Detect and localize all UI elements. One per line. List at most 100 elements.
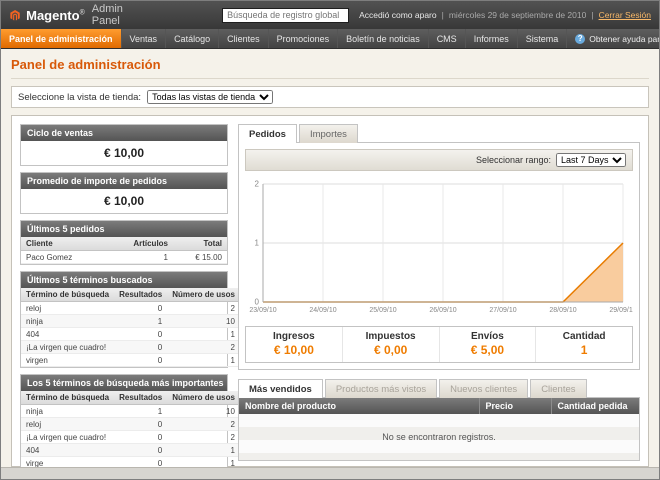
svg-text:1: 1 bbox=[255, 239, 260, 248]
nav-item-bolet-n-de-noticias[interactable]: Boletín de noticias bbox=[338, 29, 429, 48]
tab-m-s-vendidos[interactable]: Más vendidos bbox=[238, 379, 323, 398]
top-header: Magento® Admin Panel Accedió como aparo … bbox=[1, 1, 659, 29]
stat-cantidad: Cantidad1 bbox=[535, 327, 632, 362]
magento-logo-icon bbox=[9, 8, 21, 23]
page-content: Panel de administración Seleccione la vi… bbox=[1, 49, 659, 467]
svg-text:24/09/10: 24/09/10 bbox=[309, 307, 336, 314]
svg-text:0: 0 bbox=[255, 298, 260, 307]
last-search-terms-table: Término de búsquedaResultadosNúmero de u… bbox=[21, 288, 240, 367]
table-row[interactable]: virge01 bbox=[21, 457, 240, 468]
help-label: Obtener ayuda para esta página bbox=[589, 34, 660, 44]
logout-link[interactable]: Cerrar Sesión bbox=[599, 10, 651, 20]
dashboard-panel: Ciclo de ventas € 10,00 Promedio de impo… bbox=[11, 115, 649, 467]
column-header-n-mero-de-usos: Número de usos bbox=[167, 391, 240, 405]
column-header-t-rmino-de-b-squeda: Término de búsqueda bbox=[21, 288, 114, 302]
stat-label: Impuestos bbox=[343, 331, 439, 342]
table-row[interactable]: 40401 bbox=[21, 328, 240, 341]
main-nav: Panel de administraciónVentasCatálogoCli… bbox=[1, 29, 567, 48]
nav-item-cms[interactable]: CMS bbox=[429, 29, 466, 48]
store-view-label: Seleccione la vista de tienda: bbox=[18, 92, 141, 103]
widget-title: Ciclo de ventas bbox=[21, 125, 227, 141]
last-orders-widget: Últimos 5 pedidos ClienteArtículosTotal … bbox=[20, 220, 228, 265]
stat-value: € 5,00 bbox=[440, 343, 536, 357]
column-header-resultados: Resultados bbox=[114, 288, 167, 302]
nav-item-sistema[interactable]: Sistema bbox=[518, 29, 568, 48]
chart-toolbar: Seleccionar rango: Last 7 Days bbox=[245, 149, 633, 171]
column-header-nombre-del-producto: Nombre del producto bbox=[239, 398, 479, 414]
svg-text:29/09/10: 29/09/10 bbox=[609, 307, 633, 314]
store-view-switcher: Seleccione la vista de tienda: Todas las… bbox=[11, 86, 649, 108]
stat-label: Cantidad bbox=[536, 331, 632, 342]
page-footer bbox=[1, 467, 659, 479]
empty-records-message: No se encontraron registros. bbox=[239, 414, 639, 460]
tab-pedidos[interactable]: Pedidos bbox=[238, 124, 297, 143]
column-header-cliente: Cliente bbox=[21, 237, 128, 251]
main-navigation: Panel de administraciónVentasCatálogoCli… bbox=[1, 29, 659, 49]
widget-title: Los 5 términos de búsqueda más important… bbox=[21, 375, 227, 391]
top-search-terms-table: Término de búsquedaResultadosNúmero de u… bbox=[21, 391, 240, 467]
stat-value: € 10,00 bbox=[246, 343, 342, 357]
column-header-n-mero-de-usos: Número de usos bbox=[167, 288, 240, 302]
column-header-precio: Precio bbox=[479, 398, 551, 414]
store-view-select[interactable]: Todas las vistas de tienda bbox=[147, 90, 273, 104]
widget-title: Últimos 5 pedidos bbox=[21, 221, 227, 237]
stat-impuestos: Impuestos€ 0,00 bbox=[342, 327, 439, 362]
table-row[interactable]: ¡La virgen que cuadro!02 bbox=[21, 341, 240, 354]
bottom-grid-tabs: Más vendidosProductos más vistosNuevos c… bbox=[238, 379, 640, 398]
dashboard-right-column: PedidosImportes Seleccionar rango: Last … bbox=[238, 124, 640, 458]
range-select[interactable]: Last 7 Days bbox=[556, 153, 626, 167]
table-row[interactable]: ninja110 bbox=[21, 315, 240, 328]
bestsellers-table: Nombre del productoPrecioCantidad pedida bbox=[239, 398, 639, 414]
svg-text:25/09/10: 25/09/10 bbox=[369, 307, 396, 314]
svg-text:2: 2 bbox=[255, 180, 260, 189]
lifetime-sales-widget: Ciclo de ventas € 10,00 bbox=[20, 124, 228, 166]
svg-text:26/09/10: 26/09/10 bbox=[429, 307, 456, 314]
totals-row: Ingresos€ 10,00Impuestos€ 0,00Envíos€ 5,… bbox=[245, 326, 633, 363]
nav-item-promociones[interactable]: Promociones bbox=[269, 29, 339, 48]
tab-importes[interactable]: Importes bbox=[299, 124, 358, 143]
svg-text:27/09/10: 27/09/10 bbox=[489, 307, 516, 314]
nav-item-cat-logo[interactable]: Catálogo bbox=[166, 29, 219, 48]
svg-text:23/09/10: 23/09/10 bbox=[249, 307, 276, 314]
column-header-total: Total bbox=[173, 237, 227, 251]
logged-in-user: Accedió como aparo bbox=[359, 10, 437, 20]
table-row[interactable]: 40401 bbox=[21, 444, 240, 457]
lifetime-sales-value: € 10,00 bbox=[21, 141, 227, 165]
stat-env-os: Envíos€ 5,00 bbox=[439, 327, 536, 362]
column-header-t-rmino-de-b-squeda: Término de búsqueda bbox=[21, 391, 114, 405]
nav-item-panel-de-administraci-n[interactable]: Panel de administración bbox=[1, 29, 122, 48]
widget-title: Promedio de importe de pedidos bbox=[21, 173, 227, 189]
table-row[interactable]: reloj02 bbox=[21, 418, 240, 431]
table-row[interactable]: ¡La virgen que cuadro!02 bbox=[21, 431, 240, 444]
magento-logo: Magento® Admin Panel bbox=[9, 3, 142, 27]
magento-admin-window: Magento® Admin Panel Accedió como aparo … bbox=[0, 0, 660, 480]
session-info: Accedió como aparo | miércoles 29 de sep… bbox=[359, 10, 651, 20]
chart-tabs: PedidosImportes bbox=[238, 124, 640, 143]
table-row[interactable]: virgen01 bbox=[21, 354, 240, 367]
nav-item-clientes[interactable]: Clientes bbox=[219, 29, 269, 48]
last-search-terms-widget: Últimos 5 términos buscados Término de b… bbox=[20, 271, 228, 368]
stat-label: Ingresos bbox=[246, 331, 342, 342]
top-search-terms-widget: Los 5 términos de búsqueda más important… bbox=[20, 374, 228, 467]
chart-area: 0 1 2 23/09/10 24/09/10 25/09/10 26/09/10 27/09… bbox=[245, 171, 633, 323]
tab-productos-m-s-vistos[interactable]: Productos más vistos bbox=[325, 379, 437, 398]
table-row[interactable]: reloj02 bbox=[21, 302, 240, 315]
nav-item-ventas[interactable]: Ventas bbox=[122, 29, 167, 48]
column-header-art-culos: Artículos bbox=[128, 237, 173, 251]
table-row[interactable]: Paco Gomez1€ 15.00 bbox=[21, 251, 227, 264]
help-icon: ? bbox=[575, 34, 585, 44]
average-orders-widget: Promedio de importe de pedidos € 10,00 bbox=[20, 172, 228, 214]
tab-nuevos-clientes[interactable]: Nuevos clientes bbox=[439, 379, 528, 398]
global-search-input[interactable] bbox=[222, 8, 349, 23]
orders-chart: 0 1 2 23/09/10 24/09/10 25/09/10 26/09/10 27/09… bbox=[245, 176, 633, 316]
orders-chart-panel: Seleccionar rango: Last 7 Days 0 1 2 23/09/… bbox=[238, 142, 640, 370]
page-help-link[interactable]: ? Obtener ayuda para esta página bbox=[567, 29, 660, 48]
bestsellers-panel: Nombre del productoPrecioCantidad pedida… bbox=[238, 397, 640, 461]
stat-value: € 0,00 bbox=[343, 343, 439, 357]
current-date: miércoles 29 de septiembre de 2010 bbox=[449, 10, 587, 20]
tab-clientes[interactable]: Clientes bbox=[530, 379, 586, 398]
column-header-cantidad-pedida: Cantidad pedida bbox=[551, 398, 639, 414]
table-row[interactable]: ninja110 bbox=[21, 405, 240, 418]
nav-item-informes[interactable]: Informes bbox=[466, 29, 518, 48]
last-orders-table: ClienteArtículosTotal Paco Gomez1€ 15.00 bbox=[21, 237, 227, 264]
